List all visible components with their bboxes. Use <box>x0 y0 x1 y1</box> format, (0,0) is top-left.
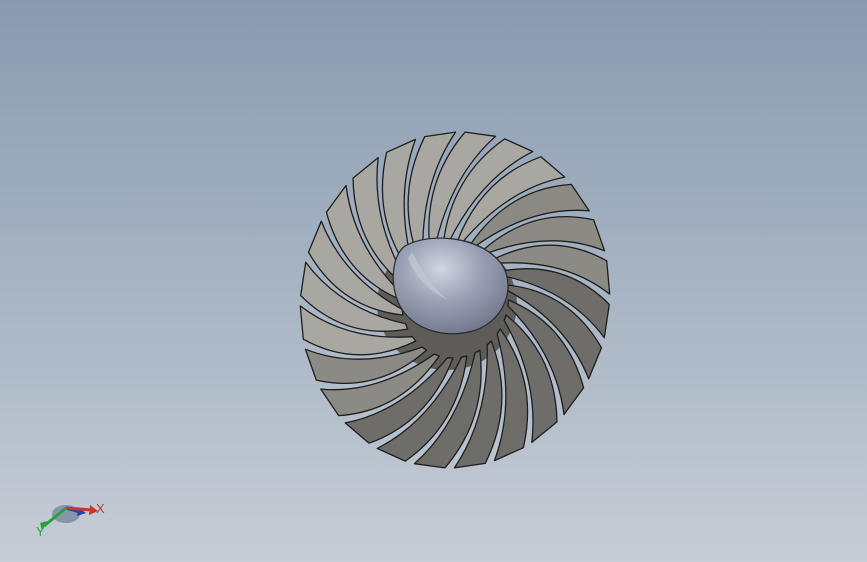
y-axis-label: Y <box>36 524 45 538</box>
graphics-viewport[interactable]: X Y <box>0 0 867 562</box>
x-axis-line <box>65 506 93 512</box>
x-axis-label: X <box>96 501 105 516</box>
orientation-triad[interactable]: X Y <box>30 488 110 538</box>
fan-model[interactable] <box>0 0 867 562</box>
